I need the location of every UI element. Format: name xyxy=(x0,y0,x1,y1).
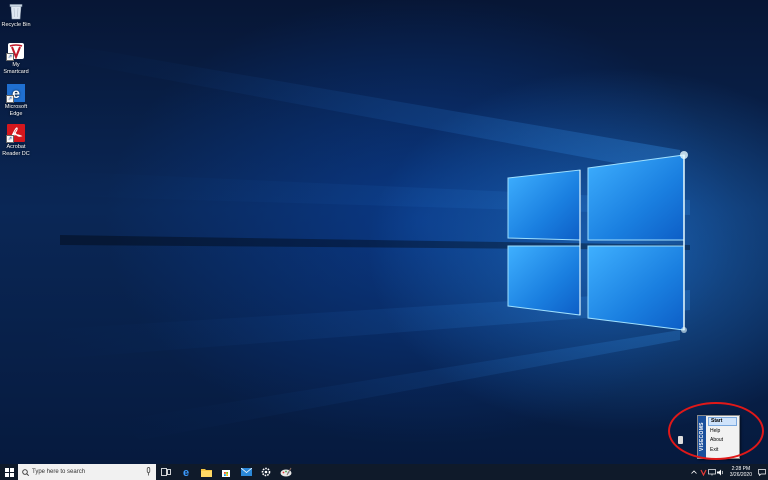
smartcard-tray-icon xyxy=(700,469,707,476)
task-view-button[interactable] xyxy=(156,464,176,480)
taskbar-clock[interactable]: 2:28 PM 3/26/2020 xyxy=(730,466,752,478)
task-view-icon xyxy=(161,468,171,476)
desktop-icon-label: Acrobat Reader DC xyxy=(2,144,30,157)
paint-icon xyxy=(280,467,292,477)
svg-text:e: e xyxy=(183,467,189,477)
wallpaper-light-rays xyxy=(30,40,690,440)
network-icon xyxy=(708,468,717,475)
shortcut-arrow-icon: ↗ xyxy=(6,135,14,143)
store-icon xyxy=(222,470,230,477)
edge-icon: e xyxy=(183,467,189,477)
desktop-icon-label: Microsoft Edge xyxy=(4,104,28,117)
desktop-icon-my-smartcard[interactable]: ↗ My Smartcard xyxy=(0,42,32,75)
start-button[interactable] xyxy=(0,464,18,480)
mail-icon xyxy=(240,468,252,476)
taskbar-search-box[interactable]: Type here to search xyxy=(18,464,156,480)
network-button[interactable] xyxy=(708,464,717,480)
taskbar-mail-button[interactable] xyxy=(236,464,256,480)
search-placeholder: Type here to search xyxy=(32,469,86,475)
chevron-up-icon xyxy=(691,470,698,474)
search-icon xyxy=(22,468,29,476)
windows-logo xyxy=(507,151,688,333)
shortcut-arrow-icon: ↗ xyxy=(6,53,14,61)
taskbar: Type here to search e 2:28 PM 3/26/2020 xyxy=(0,464,768,480)
action-center-button[interactable] xyxy=(756,464,768,480)
desktop-icon-acrobat-reader[interactable]: ↗ Acrobat Reader DC xyxy=(0,124,32,157)
desktop-wallpaper xyxy=(0,0,768,464)
smartcard-app-icon: ↗ xyxy=(6,42,25,61)
windows-start-icon xyxy=(4,467,14,477)
speaker-icon xyxy=(717,469,724,475)
taskbar-settings-button[interactable] xyxy=(256,464,276,480)
acrobat-icon: ↗ xyxy=(6,124,25,143)
volume-button[interactable] xyxy=(717,464,726,480)
clock-date: 3/26/2020 xyxy=(729,472,752,478)
taskbar-edge-button[interactable]: e xyxy=(176,464,196,480)
desktop-icon-label: Recycle Bin xyxy=(1,22,31,28)
desktop-icon-recycle-bin[interactable]: Recycle Bin xyxy=(0,2,32,29)
notification-icon xyxy=(758,468,766,476)
system-tray: 2:28 PM 3/26/2020 xyxy=(690,464,768,480)
tray-smartcard-button[interactable] xyxy=(699,464,708,480)
taskbar-store-button[interactable] xyxy=(216,464,236,480)
recycle-bin-icon xyxy=(7,2,25,20)
edge-icon: e ↗ xyxy=(6,84,25,103)
microphone-icon[interactable] xyxy=(146,467,151,476)
show-hidden-icons-button[interactable] xyxy=(690,464,699,480)
settings-icon xyxy=(261,467,271,477)
desktop-icon-label: My Smartcard xyxy=(3,62,29,75)
highlight-annotation-circle xyxy=(668,402,764,460)
file-explorer-icon xyxy=(200,468,212,477)
desktop-icon-microsoft-edge[interactable]: e ↗ Microsoft Edge xyxy=(0,84,32,117)
taskbar-paint-button[interactable] xyxy=(276,464,296,480)
shortcut-arrow-icon: ↗ xyxy=(6,95,14,103)
taskbar-file-explorer-button[interactable] xyxy=(196,464,216,480)
